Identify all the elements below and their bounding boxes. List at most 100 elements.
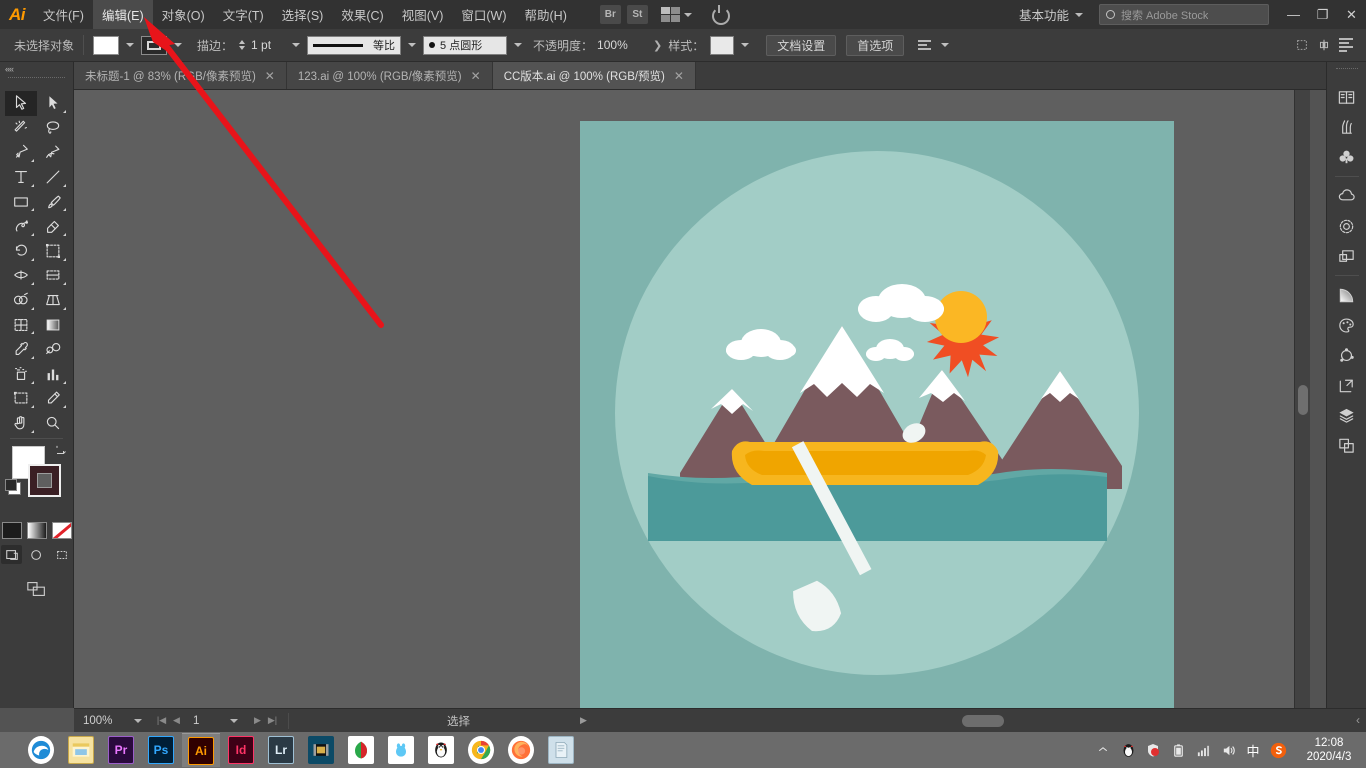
minimize-button[interactable]: — bbox=[1279, 0, 1308, 29]
align-dropdown-button[interactable] bbox=[914, 35, 934, 55]
artboards-panel-icon[interactable] bbox=[1330, 241, 1364, 271]
stroke-profile-select[interactable]: 等比 bbox=[307, 35, 402, 55]
curvature-tool[interactable] bbox=[37, 140, 69, 165]
gradient-panel-icon[interactable] bbox=[1330, 280, 1364, 310]
creative-cloud-icon[interactable] bbox=[1330, 181, 1364, 211]
stroke-color-swatch[interactable] bbox=[141, 35, 168, 55]
pen-tool[interactable] bbox=[5, 140, 37, 165]
horizontal-scroll-thumb[interactable] bbox=[962, 715, 1004, 727]
preferences-button[interactable]: 首选项 bbox=[846, 34, 905, 56]
close-icon[interactable]: ✕ bbox=[265, 70, 275, 82]
menu-object[interactable]: 对象(O) bbox=[153, 0, 214, 29]
none-swatch-button[interactable] bbox=[51, 522, 72, 540]
taskbar-adobe-photoshop[interactable]: Ps bbox=[142, 733, 180, 767]
paragraph-panel-button[interactable] bbox=[1336, 35, 1356, 55]
first-artboard-button[interactable]: |◀ bbox=[154, 711, 169, 731]
zoom-level-input[interactable]: 100% bbox=[80, 715, 134, 727]
swap-fill-stroke-icon[interactable] bbox=[55, 444, 67, 456]
stroke-profile-dropdown-icon[interactable] bbox=[408, 43, 417, 47]
menu-help[interactable]: 帮助(H) bbox=[516, 0, 576, 29]
style-dropdown-icon[interactable] bbox=[741, 43, 750, 47]
qq-tray-icon[interactable] bbox=[1119, 741, 1137, 759]
fill-color-swatch[interactable] bbox=[93, 35, 120, 55]
previous-artboard-button[interactable]: ◀ bbox=[169, 711, 184, 731]
shape-builder-tool[interactable] bbox=[5, 288, 37, 313]
taskbar-adobe-illustrator[interactable]: Ai bbox=[182, 733, 220, 767]
appearance-panel-icon[interactable] bbox=[1330, 340, 1364, 370]
security-tray-icon[interactable] bbox=[1144, 741, 1162, 759]
full-screen-menu-mode-button[interactable] bbox=[26, 545, 47, 564]
stroke-swatch[interactable] bbox=[28, 464, 61, 498]
taskbar-file-explorer[interactable] bbox=[62, 733, 100, 767]
tools-panel-collapse[interactable]: «« bbox=[0, 62, 73, 75]
align-chevron-down-icon[interactable] bbox=[941, 43, 950, 47]
color-swatch-button[interactable] bbox=[1, 522, 22, 540]
menu-view[interactable]: 视图(V) bbox=[393, 0, 453, 29]
menu-type[interactable]: 文字(T) bbox=[214, 0, 273, 29]
libraries-panel-icon[interactable] bbox=[1330, 82, 1364, 112]
paintbrush-tool[interactable] bbox=[37, 189, 69, 214]
selection-tool[interactable] bbox=[4, 91, 37, 116]
artboard-dropdown-icon[interactable] bbox=[230, 718, 238, 723]
full-screen-mode-button[interactable] bbox=[51, 545, 72, 564]
shaper-tool[interactable] bbox=[5, 214, 37, 239]
taskbar-firefox-browser[interactable] bbox=[502, 733, 540, 767]
taskbar-baidu-netdisk[interactable] bbox=[382, 733, 420, 767]
symbols-panel-icon[interactable] bbox=[1330, 142, 1364, 172]
close-icon[interactable]: ✕ bbox=[674, 70, 684, 82]
tab-123-ai[interactable]: 123.ai @ 100% (RGB/像素预览) ✕ bbox=[286, 62, 493, 89]
type-tool[interactable] bbox=[5, 165, 37, 190]
gradient-swatch-button[interactable] bbox=[26, 522, 47, 540]
menu-effect[interactable]: 效果(C) bbox=[332, 0, 392, 29]
menu-edit[interactable]: 编辑(E) bbox=[92, 0, 153, 29]
flip-button[interactable] bbox=[1314, 35, 1334, 55]
brushes-panel-icon[interactable] bbox=[1330, 112, 1364, 142]
transform-panel-button[interactable] bbox=[1292, 35, 1312, 55]
taskbar-google-chrome[interactable] bbox=[462, 733, 500, 767]
bridge-icon[interactable]: Br bbox=[599, 5, 621, 24]
volume-icon[interactable] bbox=[1219, 741, 1237, 759]
transform-panel-icon[interactable] bbox=[1330, 370, 1364, 400]
menu-file[interactable]: 文件(F) bbox=[34, 0, 93, 29]
tools-panel-grip[interactable] bbox=[8, 77, 65, 88]
stock-icon[interactable]: St bbox=[626, 5, 648, 24]
scale-tool[interactable] bbox=[37, 239, 69, 264]
gradient-tool[interactable] bbox=[37, 312, 69, 337]
status-menu-arrow-icon[interactable]: ▶ bbox=[580, 715, 587, 726]
blend-tool[interactable] bbox=[37, 337, 69, 362]
taskbar-adobe-premiere-pro[interactable]: Pr bbox=[102, 733, 140, 767]
stroke-weight-input[interactable]: 1 pt bbox=[249, 38, 285, 52]
perspective-grid-tool[interactable] bbox=[37, 288, 69, 313]
symbol-sprayer-tool[interactable] bbox=[5, 362, 37, 387]
vertical-scroll-thumb[interactable] bbox=[1298, 385, 1308, 415]
menu-select[interactable]: 选择(S) bbox=[273, 0, 333, 29]
taskbar-adobe-indesign[interactable]: Id bbox=[222, 733, 260, 767]
creative-cloud-sync-icon[interactable] bbox=[708, 4, 731, 26]
layers-panel-icon[interactable] bbox=[1330, 400, 1364, 430]
free-transform-tool[interactable] bbox=[37, 263, 69, 288]
eyedropper-tool[interactable] bbox=[5, 337, 37, 362]
artboard[interactable] bbox=[580, 121, 1174, 708]
status-indicator-label[interactable]: 选择 bbox=[447, 713, 470, 729]
pathfinder-panel-icon[interactable] bbox=[1330, 430, 1364, 460]
fill-dropdown-icon[interactable] bbox=[126, 43, 135, 47]
brush-dropdown-icon[interactable] bbox=[514, 43, 523, 47]
hand-tool[interactable] bbox=[5, 411, 37, 436]
magic-wand-tool[interactable] bbox=[5, 116, 37, 141]
zoom-dropdown-icon[interactable] bbox=[134, 718, 142, 723]
workspace-switcher[interactable]: 基本功能 bbox=[1009, 4, 1093, 25]
tab-untitled-1[interactable]: 未标题-1 @ 83% (RGB/像素预览) ✕ bbox=[74, 62, 287, 89]
eraser-tool[interactable] bbox=[37, 214, 69, 239]
direct-selection-tool[interactable] bbox=[37, 91, 69, 116]
swatches-panel-icon[interactable] bbox=[1330, 310, 1364, 340]
stroke-dropdown-icon[interactable] bbox=[174, 43, 183, 47]
slice-tool[interactable] bbox=[37, 386, 69, 411]
edit-toolbar-button[interactable] bbox=[0, 580, 73, 598]
network-signal-icon[interactable] bbox=[1194, 741, 1212, 759]
window-resize-grip[interactable]: ‹ bbox=[1356, 713, 1360, 727]
stock-search-input[interactable]: 搜索 Adobe Stock bbox=[1099, 4, 1269, 25]
canvas-area[interactable] bbox=[74, 90, 1310, 708]
column-graph-tool[interactable] bbox=[37, 362, 69, 387]
restore-button[interactable]: ❐ bbox=[1308, 0, 1337, 29]
taskbar-video-editor[interactable] bbox=[302, 733, 340, 767]
